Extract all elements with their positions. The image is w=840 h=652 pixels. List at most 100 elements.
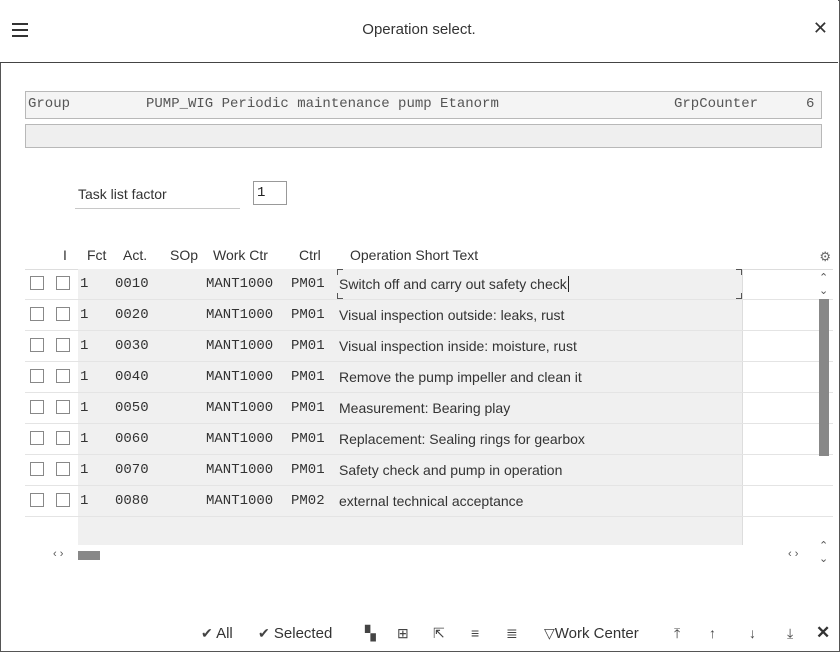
row-indicator-checkbox[interactable] (56, 338, 70, 352)
cell-ctrl[interactable]: PM01 (291, 431, 325, 447)
group-counter-value: 6 (806, 96, 815, 112)
horizontal-scrollbar[interactable]: ‹ › ‹ › (25, 548, 833, 562)
cell-act[interactable]: 0020 (115, 307, 149, 323)
close-icon[interactable]: ✕ (813, 18, 828, 39)
cell-operation-text[interactable]: Visual inspection outside: leaks, rust (339, 307, 564, 323)
sort-descending-icon[interactable]: ≣ (506, 625, 518, 642)
cell-act[interactable]: 0030 (115, 338, 149, 354)
cell-ctrl[interactable]: PM01 (291, 307, 325, 323)
cell-fct[interactable]: 1 (80, 276, 88, 292)
table-row[interactable]: 1 0020 MANT1000 PM01 Visual inspection o… (25, 300, 833, 331)
cell-work-ctr[interactable]: MANT1000 (206, 462, 273, 478)
row-select-checkbox[interactable] (30, 431, 44, 445)
cell-ctrl[interactable]: PM01 (291, 400, 325, 416)
row-indicator-checkbox[interactable] (56, 462, 70, 476)
deselect-all-icon[interactable]: ⊞ (397, 625, 409, 642)
col-header-work-ctr[interactable]: Work Ctr (213, 247, 268, 263)
cell-operation-text[interactable]: external technical acceptance (339, 493, 523, 509)
cell-operation-text[interactable]: Measurement: Bearing play (339, 400, 510, 416)
select-block-icon[interactable]: ▚ (365, 625, 376, 642)
row-select-checkbox[interactable] (30, 462, 44, 476)
cell-operation-text[interactable]: Remove the pump impeller and clean it (339, 369, 582, 385)
selected-label: Selected (273, 625, 333, 642)
group-value: PUMP_WIG Periodic maintenance pump Etano… (146, 96, 499, 112)
row-select-checkbox[interactable] (30, 400, 44, 414)
work-center-filter-button[interactable]: ▽Work Center (544, 625, 639, 642)
cell-ctrl[interactable]: PM02 (291, 493, 325, 509)
cell-work-ctr[interactable]: MANT1000 (206, 400, 273, 416)
cell-work-ctr[interactable]: MANT1000 (206, 276, 273, 292)
scroll-left-right-icon[interactable]: ‹ › (788, 548, 798, 560)
cell-fct[interactable]: 1 (80, 493, 88, 509)
last-page-icon[interactable]: ⤓ (787, 625, 793, 642)
cell-act[interactable]: 0060 (115, 431, 149, 447)
cell-fct[interactable]: 1 (80, 400, 88, 416)
cell-fct[interactable]: 1 (80, 369, 88, 385)
sort-ascending-icon[interactable]: ≡ (471, 625, 479, 641)
cell-act[interactable]: 0070 (115, 462, 149, 478)
cell-fct[interactable]: 1 (80, 307, 88, 323)
col-header-i[interactable]: I (63, 247, 67, 263)
cell-operation-text[interactable]: Switch off and carry out safety check (339, 276, 569, 292)
cell-operation-text[interactable]: Safety check and pump in operation (339, 462, 562, 478)
scroll-left-right-icon[interactable]: ‹ › (53, 548, 63, 560)
previous-page-icon[interactable]: ↑ (709, 625, 716, 641)
table-row[interactable]: 1 0040 MANT1000 PM01 Remove the pump imp… (25, 362, 833, 393)
gear-icon[interactable]: ⚙ (819, 249, 831, 265)
cell-work-ctr[interactable]: MANT1000 (206, 369, 273, 385)
table-row[interactable]: 1 0080 MANT1000 PM02 external technical … (25, 486, 833, 517)
empty-info-field (25, 124, 822, 148)
row-indicator-checkbox[interactable] (56, 493, 70, 507)
cell-ctrl[interactable]: PM01 (291, 462, 325, 478)
row-select-checkbox[interactable] (30, 369, 44, 383)
cell-act[interactable]: 0080 (115, 493, 149, 509)
row-indicator-checkbox[interactable] (56, 307, 70, 321)
cell-operation-text[interactable]: Replacement: Sealing rings for gearbox (339, 431, 585, 447)
cell-operation-text[interactable]: Visual inspection inside: moisture, rust (339, 338, 577, 354)
cell-work-ctr[interactable]: MANT1000 (206, 307, 273, 323)
select-all-button[interactable]: ✔ All (201, 625, 233, 642)
row-indicator-checkbox[interactable] (56, 431, 70, 445)
row-indicator-checkbox[interactable] (56, 276, 70, 290)
vertical-scroll-thumb[interactable] (819, 299, 829, 456)
row-select-checkbox[interactable] (30, 307, 44, 321)
row-select-checkbox[interactable] (30, 276, 44, 290)
select-selected-button[interactable]: ✔ Selected (258, 625, 332, 642)
cancel-icon[interactable]: ✕ (816, 623, 830, 643)
table-row[interactable]: 1 0060 MANT1000 PM01 Replacement: Sealin… (25, 424, 833, 455)
cell-act[interactable]: 0040 (115, 369, 149, 385)
cell-ctrl[interactable]: PM01 (291, 369, 325, 385)
row-indicator-checkbox[interactable] (56, 400, 70, 414)
cell-fct[interactable]: 1 (80, 431, 88, 447)
cell-act[interactable]: 0050 (115, 400, 149, 416)
next-page-icon[interactable]: ↓ (749, 625, 756, 641)
table-row[interactable]: 1 0030 MANT1000 PM01 Visual inspection i… (25, 331, 833, 362)
task-list-factor-input[interactable]: 1 (253, 181, 287, 205)
table-row[interactable]: 1 0070 MANT1000 PM01 Safety check and pu… (25, 455, 833, 486)
table-row[interactable]: 1 0050 MANT1000 PM01 Measurement: Bearin… (25, 393, 833, 424)
cell-work-ctr[interactable]: MANT1000 (206, 493, 273, 509)
col-header-fct[interactable]: Fct (87, 247, 106, 263)
col-header-ctrl[interactable]: Ctrl (299, 247, 321, 263)
col-header-sop[interactable]: SOp (170, 247, 198, 263)
filter-icon: ▽ (544, 625, 555, 641)
row-indicator-checkbox[interactable] (56, 369, 70, 383)
work-center-label: Work Center (554, 625, 639, 642)
row-select-checkbox[interactable] (30, 493, 44, 507)
cell-ctrl[interactable]: PM01 (291, 276, 325, 292)
select-cursor-icon[interactable]: ⇱ (433, 625, 445, 642)
first-page-icon[interactable]: ⤒ (674, 625, 680, 642)
cell-fct[interactable]: 1 (80, 338, 88, 354)
col-header-act[interactable]: Act. (123, 247, 147, 263)
col-header-operation-short-text[interactable]: Operation Short Text (350, 247, 478, 263)
row-select-checkbox[interactable] (30, 338, 44, 352)
cell-work-ctr[interactable]: MANT1000 (206, 338, 273, 354)
cell-fct[interactable]: 1 (80, 462, 88, 478)
cell-act[interactable]: 0010 (115, 276, 149, 292)
cell-ctrl[interactable]: PM01 (291, 338, 325, 354)
horizontal-scroll-thumb[interactable] (78, 551, 100, 560)
scroll-up-down-icon[interactable]: ⌃ ⌄ (819, 271, 828, 297)
table-row[interactable]: 1 0010 MANT1000 PM01 Switch off and carr… (25, 269, 833, 300)
vertical-scrollbar[interactable]: ⌃ ⌄ ⌃ ⌄ (815, 269, 833, 565)
cell-work-ctr[interactable]: MANT1000 (206, 431, 273, 447)
